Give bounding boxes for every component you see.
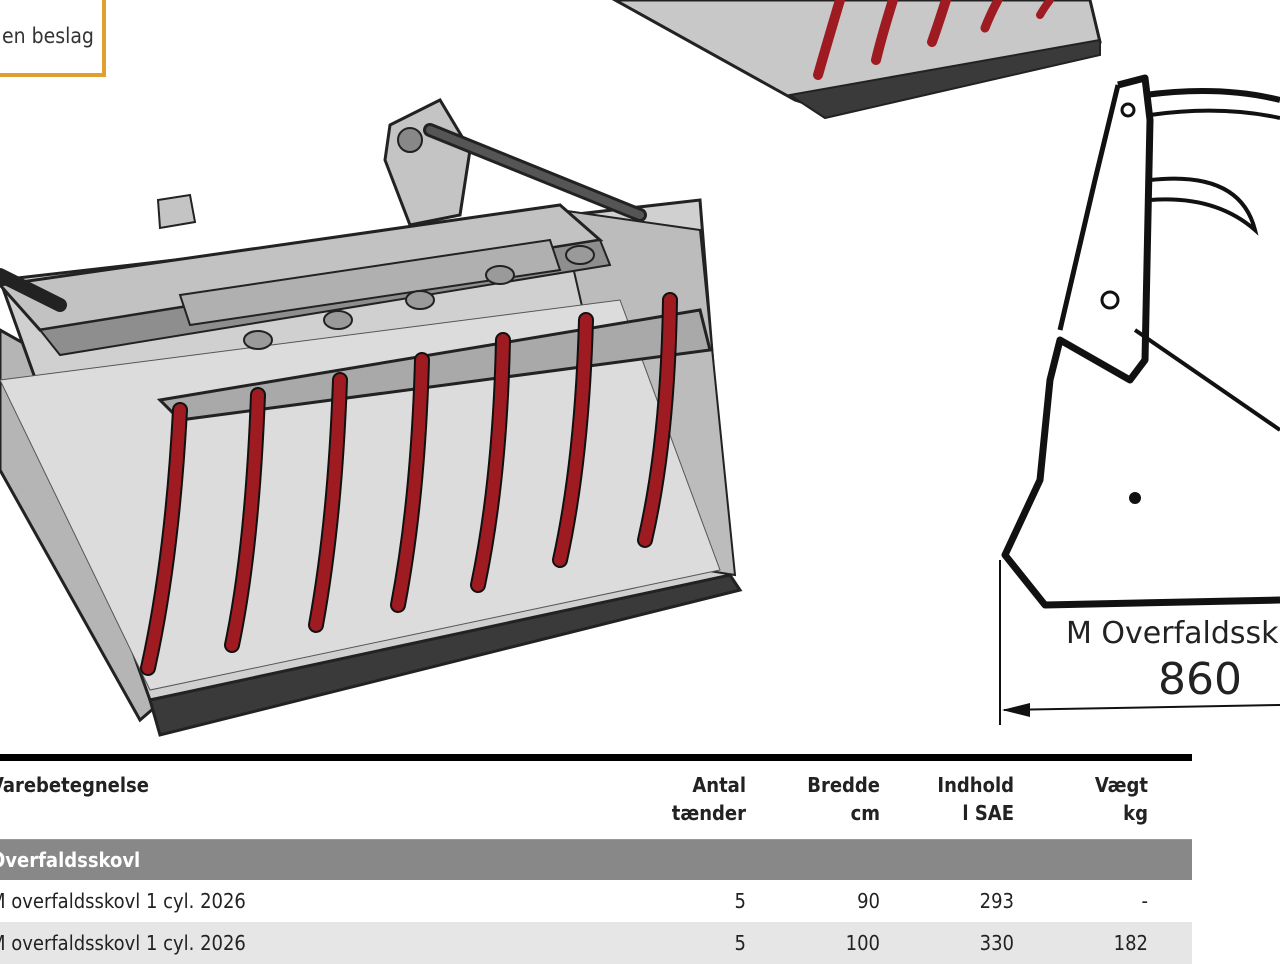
row-name: M overfaldsskovl 1 cyl. 2026 xyxy=(0,889,246,913)
table-group-row: Overfaldsskovl xyxy=(0,839,1192,880)
diagram-caption: M Overfaldssk xyxy=(1066,616,1279,651)
diagram-dimension: 860 xyxy=(1158,654,1242,705)
header-capacity: Indhold l SAE xyxy=(880,757,1014,840)
row-capacity: 293 xyxy=(979,889,1014,913)
row-capacity: 330 xyxy=(880,922,1014,964)
header-width: Bredde cm xyxy=(746,757,880,840)
header-teeth: Antal tænder xyxy=(662,757,746,840)
table-row: M overfaldsskovl 1 cyl. 2026 5 90 293 - xyxy=(0,880,1192,922)
row-teeth: 5 xyxy=(662,922,746,964)
header-weight: Vægt kg xyxy=(1014,757,1148,840)
row-weight: 182 xyxy=(1014,922,1148,964)
header-name: Varebetegnelse xyxy=(0,757,662,840)
row-weight: - xyxy=(1141,889,1149,913)
table-header-row: Varebetegnelse Antal tænder Bredde cm Indh… xyxy=(0,757,1192,840)
group-label: Overfaldsskovl xyxy=(0,839,1192,880)
row-teeth: 5 xyxy=(734,889,746,913)
spec-table: Varebetegnelse Antal tænder Bredde cm Indh… xyxy=(0,754,1192,964)
row-width: 100 xyxy=(746,922,880,964)
row-width: 90 xyxy=(857,889,880,913)
table-row: M overfaldsskovl 1 cyl. 2026 5 100 330 1… xyxy=(0,922,1192,964)
row-name: M overfaldsskovl 1 cyl. 2026 xyxy=(0,922,662,964)
